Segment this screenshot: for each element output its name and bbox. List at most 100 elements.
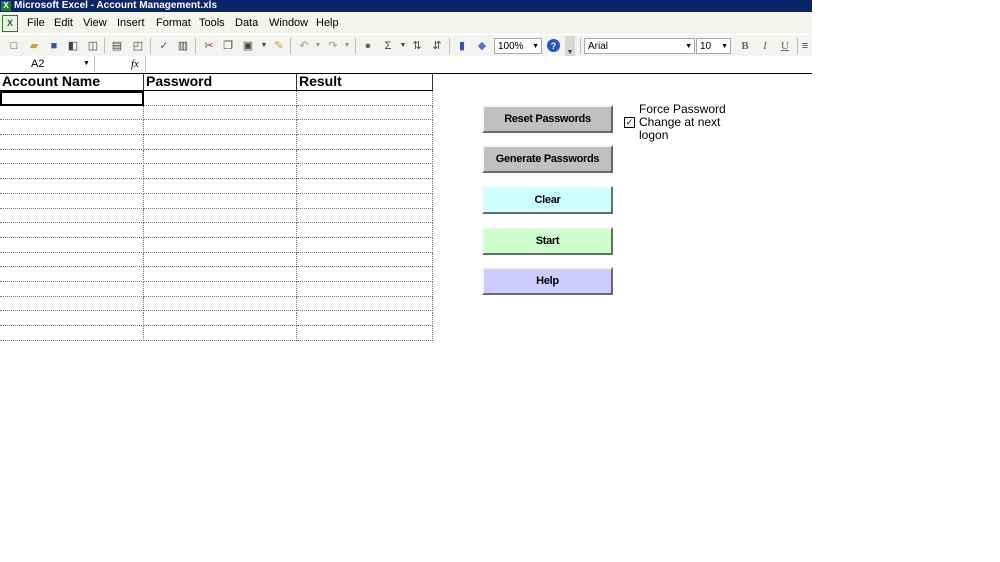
start-button[interactable]: Start xyxy=(482,227,613,255)
grid-cell[interactable] xyxy=(0,267,144,283)
grid-cell[interactable] xyxy=(297,296,433,312)
grid-cell[interactable] xyxy=(0,179,144,194)
toolbar-options-icon[interactable]: ▼ xyxy=(565,36,575,56)
grid-cell[interactable] xyxy=(0,223,144,238)
grid-cell[interactable] xyxy=(144,326,297,341)
grid-cell[interactable] xyxy=(0,208,144,224)
menu-format[interactable]: Format xyxy=(156,12,191,34)
reset-passwords-button[interactable]: Reset Passwords xyxy=(482,105,613,133)
grid-cell[interactable] xyxy=(144,296,297,312)
name-box[interactable]: A2 ▼ xyxy=(0,56,95,72)
grid-cell[interactable] xyxy=(297,149,433,165)
grid-cell[interactable] xyxy=(144,149,297,165)
grid-cell[interactable] xyxy=(0,105,144,121)
grid-cell[interactable] xyxy=(144,91,297,106)
menu-edit[interactable]: Edit xyxy=(54,12,73,34)
header-password[interactable]: Password xyxy=(144,73,297,91)
zoom-select[interactable]: 100% ▼ xyxy=(494,38,542,54)
grid-cell[interactable] xyxy=(297,252,433,268)
header-result[interactable]: Result xyxy=(297,73,433,91)
print-icon[interactable]: ▤ xyxy=(110,39,124,53)
undo-dropdown-icon[interactable]: ▼ xyxy=(311,39,325,53)
grid-cell[interactable] xyxy=(297,193,433,209)
redo-dropdown-icon[interactable]: ▼ xyxy=(340,39,354,53)
formula-input[interactable] xyxy=(145,56,813,72)
grid-cell[interactable] xyxy=(144,223,297,238)
menu-help[interactable]: Help xyxy=(316,12,339,34)
new-icon[interactable]: □ xyxy=(7,39,21,53)
grid-cell[interactable] xyxy=(0,193,144,209)
hyperlink-icon[interactable]: ● xyxy=(361,39,375,53)
grid-cell[interactable] xyxy=(297,282,433,297)
force-password-change-checkbox[interactable]: ✓ xyxy=(624,117,635,128)
grid-cell[interactable] xyxy=(144,311,297,327)
grid-cell[interactable] xyxy=(297,223,433,238)
undo-icon[interactable]: ↶ xyxy=(297,39,311,53)
grid-cell[interactable] xyxy=(144,267,297,283)
spelling-icon[interactable]: ✓ xyxy=(157,39,171,53)
grid-cell[interactable] xyxy=(144,238,297,253)
cut-icon[interactable]: ✂ xyxy=(202,39,216,53)
format-painter-icon[interactable]: ✎ xyxy=(272,39,286,53)
grid-cell[interactable] xyxy=(297,135,433,150)
chart-wizard-icon[interactable]: ▮ xyxy=(455,39,469,53)
menu-window[interactable]: Window xyxy=(269,12,308,34)
grid-cell[interactable] xyxy=(0,296,144,312)
grid-cell[interactable] xyxy=(297,326,433,341)
menu-data[interactable]: Data xyxy=(235,12,258,34)
grid-cell[interactable] xyxy=(144,135,297,150)
grid-cell[interactable] xyxy=(297,311,433,327)
save-icon[interactable]: ■ xyxy=(47,39,61,53)
paste-dropdown-icon[interactable]: ▼ xyxy=(257,39,271,53)
autosum-icon[interactable]: Σ xyxy=(381,39,395,53)
grid-cell[interactable] xyxy=(0,282,144,297)
grid-cell[interactable] xyxy=(0,238,144,253)
grid-cell[interactable] xyxy=(0,326,144,341)
generate-passwords-button[interactable]: Generate Passwords xyxy=(482,145,613,173)
sort-descending-icon[interactable]: ⇵ xyxy=(430,39,444,53)
font-name-select[interactable]: Arial ▼ xyxy=(584,38,695,54)
clear-button[interactable]: Clear xyxy=(482,186,613,214)
menu-insert[interactable]: Insert xyxy=(117,12,145,34)
underline-button[interactable]: U xyxy=(778,39,792,53)
grid-cell[interactable] xyxy=(144,105,297,121)
grid-cell[interactable] xyxy=(297,238,433,253)
grid-cell[interactable] xyxy=(0,252,144,268)
help-icon[interactable]: ? xyxy=(547,39,560,52)
italic-button[interactable]: I xyxy=(758,39,772,53)
grid-cell[interactable] xyxy=(144,179,297,194)
grid-cell[interactable] xyxy=(297,105,433,121)
open-icon[interactable]: ▰ xyxy=(27,39,41,53)
paste-icon[interactable]: ▣ xyxy=(241,39,255,53)
redo-icon[interactable]: ↷ xyxy=(326,39,340,53)
grid-cell[interactable] xyxy=(0,120,144,136)
grid-cell[interactable] xyxy=(297,91,433,106)
print-preview-icon[interactable]: ◰ xyxy=(131,39,145,53)
permission-icon[interactable]: ◧ xyxy=(66,39,80,53)
grid-cell[interactable] xyxy=(144,120,297,136)
header-account-name[interactable]: Account Name xyxy=(0,73,144,91)
grid-cell[interactable] xyxy=(0,135,144,150)
menu-view[interactable]: View xyxy=(83,12,107,34)
insert-function-icon[interactable]: fx xyxy=(131,56,139,72)
grid-cell[interactable] xyxy=(144,282,297,297)
workbook-icon[interactable]: X xyxy=(2,15,18,32)
sort-ascending-icon[interactable]: ⇅ xyxy=(410,39,424,53)
autosum-dropdown-icon[interactable]: ▼ xyxy=(396,39,410,53)
menu-file[interactable]: File xyxy=(27,12,45,34)
grid-cell[interactable] xyxy=(0,149,144,165)
research-icon[interactable]: ▥ xyxy=(176,39,190,53)
bold-button[interactable]: B xyxy=(738,39,752,53)
copy-icon[interactable]: ❐ xyxy=(221,39,235,53)
font-size-select[interactable]: 10 ▼ xyxy=(696,38,731,54)
align-left-icon[interactable]: ≡ xyxy=(800,39,810,53)
grid-cell[interactable] xyxy=(144,208,297,224)
grid-cell[interactable] xyxy=(297,208,433,224)
grid-cell[interactable] xyxy=(0,164,144,180)
grid-cell[interactable] xyxy=(297,120,433,136)
help-button[interactable]: Help xyxy=(482,267,613,295)
grid-cell[interactable] xyxy=(297,267,433,283)
grid-cell[interactable] xyxy=(144,252,297,268)
email-icon[interactable]: ◫ xyxy=(86,39,100,53)
drawing-icon[interactable]: ◆ xyxy=(475,39,489,53)
